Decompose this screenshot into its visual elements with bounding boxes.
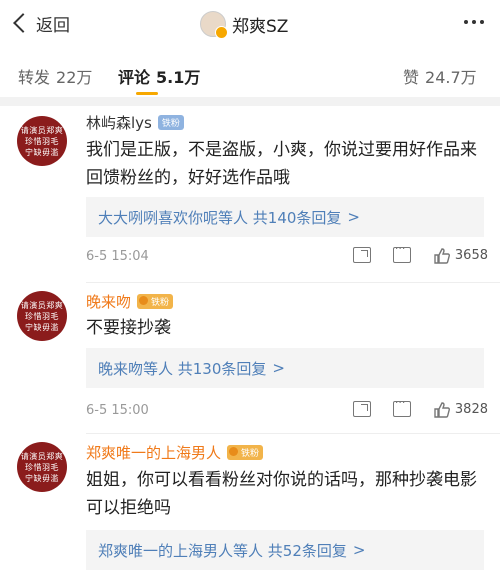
comment-text: 不要接抄袭 — [86, 318, 171, 338]
comment-item: 请演员郑爽 珍惜羽毛 宁缺毋滥 郑爽唯一的上海男人 铁粉 姐姐，你可以看看粉丝对… — [0, 434, 500, 572]
reply-summary[interactable]: 郑爽唯一的上海男人等人 共52条回复 > — [86, 530, 484, 570]
avatar-text-line: 请演员郑爽 — [20, 125, 64, 135]
tab-label: 转发 — [18, 68, 51, 87]
tab-likes[interactable]: 赞 24.7万 — [403, 64, 477, 88]
comment-text: 我们是正版，不是盗版，小爽，你说过要用好作品来回馈粉丝的，好好选作品哦 — [86, 140, 477, 188]
commenter-name[interactable]: 郑爽唯一的上海男人 — [86, 442, 221, 463]
fan-badge: 铁粉 — [157, 115, 184, 130]
chevron-right-icon: > — [347, 208, 360, 226]
avatar-text-line: 请演员郑爽 — [20, 300, 64, 310]
avatar-text-line: 宁缺毋滥 — [25, 473, 59, 483]
like-button[interactable]: 3658 — [433, 247, 488, 264]
comment-time: 6-5 15:00 — [86, 403, 149, 418]
comment-text: 姐姐，你可以看看粉丝对你说的话吗，那种抄袭电影可以拒绝吗 — [86, 470, 477, 518]
comment-item: 请演员郑爽 珍惜羽毛 宁缺毋滥 林屿森lys 铁粉 我们是正版，不是盗版，小爽，… — [0, 106, 500, 282]
avatar[interactable]: 请演员郑爽 珍惜羽毛 宁缺毋滥 — [17, 291, 67, 341]
chevron-right-icon: > — [272, 359, 285, 377]
like-button[interactable]: 3828 — [433, 401, 488, 418]
tab-label: 赞 — [403, 68, 420, 87]
comment-item: 请演员郑爽 珍惜羽毛 宁缺毋滥 晚来吻 铁粉 不要接抄袭 晚来吻等人 共130条… — [0, 283, 500, 433]
reply-summary-text: 晚来吻等人 共130条回复 — [98, 359, 267, 378]
active-tab-indicator — [136, 92, 158, 95]
fan-badge: 铁粉 — [227, 445, 264, 460]
comment-icon — [392, 242, 411, 263]
comment-time: 6-5 15:04 — [86, 249, 149, 264]
thumbs-up-icon — [433, 401, 450, 418]
avatar-text-line: 请演员郑爽 — [20, 451, 64, 461]
commenter-name[interactable]: 晚来吻 — [86, 291, 131, 312]
reply-summary-text: 郑爽唯一的上海男人等人 共52条回复 — [98, 541, 347, 560]
tab-count: 24.7万 — [425, 68, 477, 87]
like-count: 3658 — [454, 247, 488, 263]
verified-badge-icon — [215, 26, 228, 39]
avatar-text-line: 珍惜羽毛 — [25, 136, 59, 146]
thumbs-up-icon — [433, 247, 450, 264]
fan-badge: 铁粉 — [137, 294, 174, 309]
comment-button[interactable] — [392, 242, 411, 263]
tab-reposts[interactable]: 转发 22万 — [18, 64, 92, 88]
commenter-name[interactable]: 林屿森lys — [86, 112, 152, 133]
title-text: 郑爽SZ — [232, 16, 289, 37]
share-icon — [352, 247, 371, 263]
share-button[interactable] — [352, 401, 371, 417]
comment-icon — [392, 396, 411, 417]
reply-summary[interactable]: 大大咧咧喜欢你呢等人 共140条回复 > — [86, 197, 484, 237]
share-icon — [352, 401, 371, 417]
comment-button[interactable] — [392, 396, 411, 417]
avatar[interactable]: 请演员郑爽 珍惜羽毛 宁缺毋滥 — [17, 116, 67, 166]
reply-summary-text: 大大咧咧喜欢你呢等人 共140条回复 — [98, 208, 342, 227]
avatar-text-line: 宁缺毋滥 — [25, 147, 59, 157]
back-label: 返回 — [36, 15, 70, 36]
chevron-left-icon — [13, 13, 33, 33]
top-bar: 返回 郑爽SZ — [0, 0, 500, 48]
like-count: 3828 — [454, 401, 488, 417]
avatar-text-line: 宁缺毋滥 — [25, 322, 59, 332]
avatar — [200, 11, 228, 39]
section-divider — [0, 97, 500, 106]
tab-comments[interactable]: 评论 5.1万 — [118, 64, 200, 88]
avatar-text-line: 珍惜羽毛 — [25, 311, 59, 321]
share-button[interactable] — [352, 247, 371, 263]
reply-summary[interactable]: 晚来吻等人 共130条回复 > — [86, 348, 484, 388]
avatar[interactable]: 请演员郑爽 珍惜羽毛 宁缺毋滥 — [17, 442, 67, 492]
more-dots-icon[interactable] — [464, 20, 484, 24]
tab-bar: 转发 22万 评论 5.1万 赞 24.7万 — [0, 50, 500, 94]
tab-count: 22万 — [56, 68, 93, 87]
page-title[interactable]: 郑爽SZ — [200, 8, 288, 40]
tab-label: 评论 — [118, 68, 151, 87]
tab-count: 5.1万 — [156, 68, 201, 87]
chevron-right-icon: > — [352, 541, 366, 559]
avatar-text-line: 珍惜羽毛 — [25, 462, 59, 472]
back-button[interactable]: 返回 — [10, 8, 70, 38]
